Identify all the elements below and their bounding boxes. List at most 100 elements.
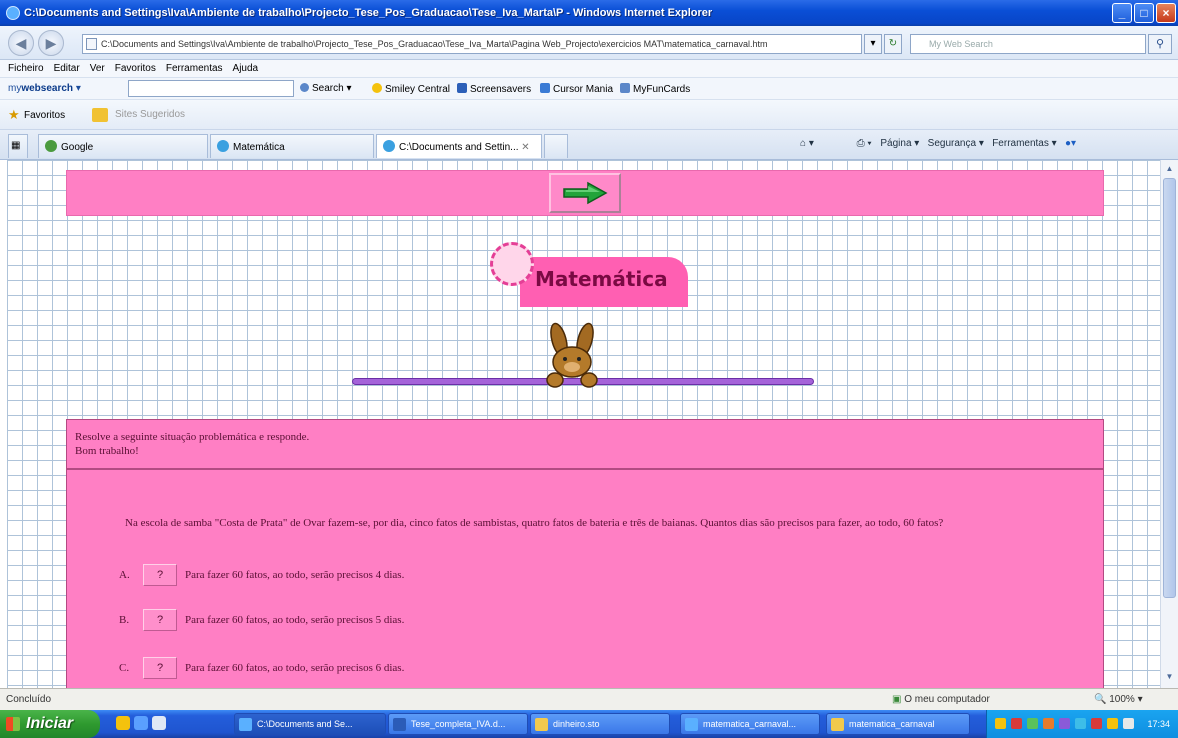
task-label: C:\Documents and Se... (257, 719, 353, 729)
menu-ferramentas[interactable]: Ferramentas (166, 63, 223, 74)
instruction-line: Resolve a seguinte situação problemática… (75, 431, 310, 443)
option-text: Para fazer 60 fatos, ao todo, serão prec… (185, 569, 405, 581)
option-b-button[interactable]: ? (143, 609, 177, 631)
folder-icon (535, 718, 548, 731)
task-word-document[interactable]: Tese_completa_IVA.d... (388, 713, 528, 735)
menu-ajuda[interactable]: Ajuda (233, 63, 259, 74)
tab-label: Google (61, 142, 94, 153)
home-icon[interactable]: ⌂ ▾ (800, 138, 814, 149)
next-page-button[interactable] (549, 173, 621, 213)
close-button[interactable]: × (1156, 3, 1176, 23)
add-favorite-icon[interactable] (92, 108, 108, 122)
status-text: Concluído (6, 694, 52, 705)
tray-icon[interactable] (1107, 718, 1118, 729)
menu-editar[interactable]: Editar (54, 63, 80, 74)
scroll-down-icon[interactable]: ▼ (1163, 670, 1176, 684)
option-a-button[interactable]: ? (143, 564, 177, 586)
toolbar-screensavers[interactable]: Screensavers (457, 83, 531, 95)
zoom-control[interactable]: 🔍 100% ▾ (1094, 694, 1143, 705)
maximize-button[interactable]: □ (1134, 3, 1154, 23)
ie-icon (6, 6, 20, 20)
tray-icon[interactable] (1075, 718, 1086, 729)
search-go-button[interactable]: ⚲ (1148, 34, 1172, 54)
tray-icon[interactable] (1123, 718, 1134, 729)
back-button[interactable]: ◀ (8, 30, 34, 56)
websearch-toolbar: mywebsearch ▾ Search ▾ Smiley Central Sc… (0, 78, 1178, 100)
page-icon (86, 38, 97, 50)
tray-icon[interactable] (1043, 718, 1054, 729)
option-a: A. ? Para fazer 60 fatos, ao todo, serão… (119, 563, 404, 587)
quick-tabs-button[interactable]: ▦ (8, 134, 28, 158)
address-text: C:\Documents and Settings\Iva\Ambiente d… (101, 39, 768, 49)
zoom-level: 100% (1109, 694, 1135, 705)
command-seguranca[interactable]: Segurança (928, 138, 976, 149)
brand-name: websearch (21, 83, 74, 94)
ie-quicklaunch-icon[interactable] (134, 716, 148, 730)
bunny-mascot-icon (546, 322, 598, 388)
forward-button[interactable]: ▶ (38, 30, 64, 56)
task-matematica-2[interactable]: matematica_carnaval (826, 713, 970, 735)
computer-icon: ▣ (892, 694, 902, 705)
green-arrow-icon (563, 181, 608, 205)
toolbar-cursor-mania[interactable]: Cursor Mania (540, 83, 613, 95)
instruction-greeting: Bom trabalho! (75, 445, 139, 457)
close-tab-icon[interactable]: ✕ (521, 142, 529, 153)
tray-icon[interactable] (1027, 718, 1038, 729)
quicklaunch-icon[interactable] (116, 716, 130, 730)
menu-ficheiro[interactable]: Ficheiro (8, 63, 44, 74)
windows-logo-icon (6, 717, 20, 731)
command-ferramentas[interactable]: Ferramentas (992, 138, 1049, 149)
question-text: Na escola de samba "Costa de Prata" de O… (125, 517, 944, 529)
tray-icon[interactable] (1091, 718, 1102, 729)
desktop-quicklaunch-icon[interactable] (152, 716, 166, 730)
scroll-thumb[interactable] (1163, 178, 1176, 598)
address-input[interactable]: C:\Documents and Settings\Iva\Ambiente d… (82, 34, 862, 54)
vertical-scrollbar[interactable]: ▲ ▼ (1160, 160, 1178, 688)
minimize-button[interactable]: _ (1112, 3, 1132, 23)
cursor-icon (540, 83, 550, 93)
favorites-star-icon[interactable]: ★ (8, 108, 20, 121)
tray-icon[interactable] (1059, 718, 1070, 729)
task-label: matematica_carnaval (849, 719, 935, 729)
clock: 17:34 (1147, 719, 1170, 729)
toolbar-smiley-central[interactable]: Smiley Central (372, 83, 450, 95)
google-icon (45, 140, 57, 152)
menu-ver[interactable]: Ver (90, 63, 105, 74)
tab-google[interactable]: Google (38, 134, 208, 158)
new-tab-button[interactable] (544, 134, 568, 158)
toolbar-item-label: Smiley Central (385, 84, 451, 95)
print-icon[interactable]: ⎙ ▾ (857, 138, 872, 149)
help-icon[interactable]: ●▾ (1065, 138, 1076, 149)
task-label: dinheiro.sto (553, 719, 600, 729)
task-ie-window[interactable]: C:\Documents and Se... (234, 713, 386, 735)
task-matematica-1[interactable]: matematica_carnaval... (680, 713, 820, 735)
instruction-box: Resolve a seguinte situação problemática… (66, 419, 1104, 469)
search-input[interactable]: My Web Search (910, 34, 1146, 54)
scroll-up-icon[interactable]: ▲ (1163, 162, 1176, 176)
card-icon (620, 83, 630, 93)
option-b: B. ? Para fazer 60 fatos, ao todo, serão… (119, 608, 404, 632)
menu-favoritos[interactable]: Favoritos (115, 63, 156, 74)
tray-icon[interactable] (1011, 718, 1022, 729)
tray-icon[interactable] (995, 718, 1006, 729)
tab-active-document[interactable]: C:\Documents and Settin... ✕ (376, 134, 542, 158)
folder-icon (831, 718, 844, 731)
option-c-button[interactable]: ? (143, 657, 177, 679)
address-dropdown-button[interactable]: ▾ (864, 34, 882, 54)
refresh-button[interactable]: ↻ (884, 34, 902, 54)
suggested-sites[interactable]: Sites Sugeridos (115, 109, 185, 120)
task-label: Tese_completa_IVA.d... (411, 719, 506, 729)
task-folder-dinheiro[interactable]: dinheiro.sto (530, 713, 670, 735)
toolbar-search-input[interactable] (128, 80, 294, 97)
ie-page-icon (217, 140, 229, 152)
option-text: Para fazer 60 fatos, ao todo, serão prec… (185, 614, 405, 626)
tab-matematica[interactable]: Matemática (210, 134, 374, 158)
start-button[interactable]: Iniciar (0, 710, 100, 738)
toolbar-item-label: Screensavers (470, 84, 532, 95)
command-pagina[interactable]: Página (880, 138, 911, 149)
favorites-label[interactable]: Favoritos (24, 110, 65, 121)
flower-icon (490, 242, 534, 286)
toolbar-item-label: Cursor Mania (553, 84, 614, 95)
toolbar-search-button[interactable]: Search ▾ (300, 83, 352, 94)
toolbar-myfuncards[interactable]: MyFunCards (620, 83, 690, 95)
